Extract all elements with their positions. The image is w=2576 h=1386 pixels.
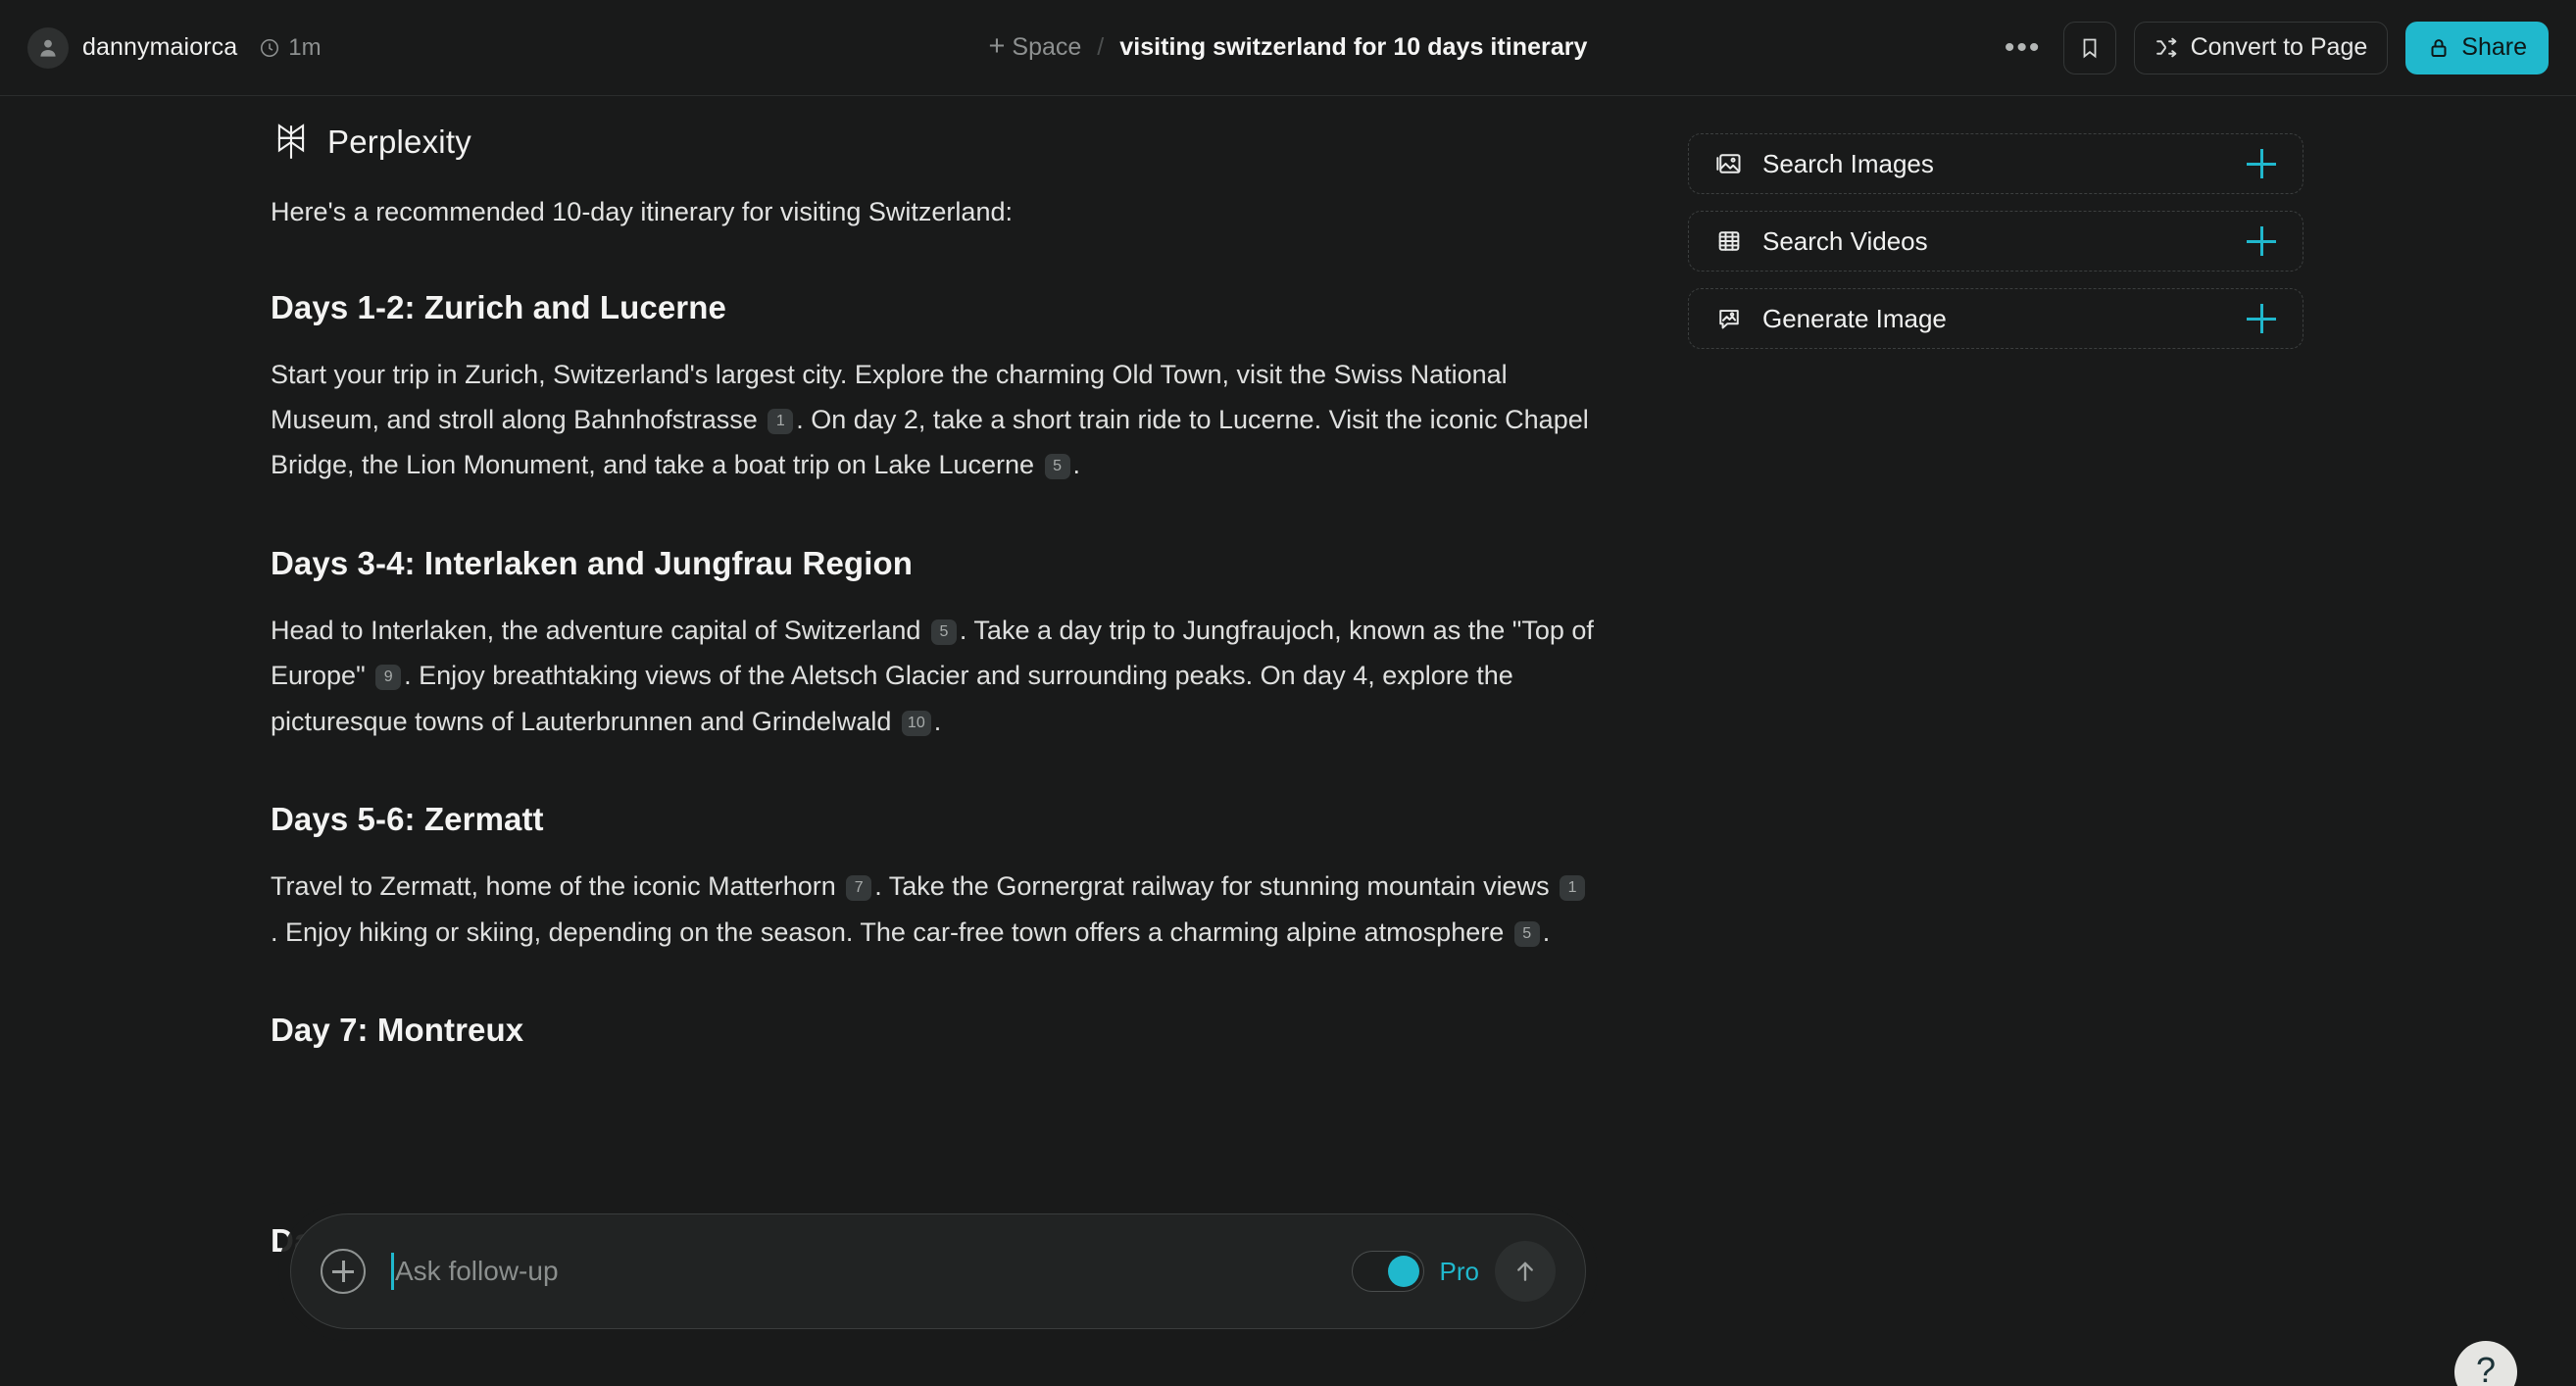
page-body: Perplexity Here's a recommended 10-day i…	[0, 96, 2576, 1386]
submit-button[interactable]	[1495, 1241, 1556, 1302]
attach-button[interactable]	[321, 1249, 366, 1294]
side-action-list: Search Images Search Videos Generate Ima…	[1688, 133, 2304, 349]
clock-icon	[261, 38, 279, 57]
timestamp-label: 1m	[288, 33, 322, 61]
action-card-label: Generate Image	[1762, 303, 1947, 333]
more-options-button[interactable]: •••	[2001, 25, 2046, 71]
share-button[interactable]: Share	[2405, 21, 2549, 74]
app-header: dannymaiorca 1m + Space / visiting switz…	[0, 0, 2576, 96]
plus-icon[interactable]	[2247, 226, 2276, 256]
citation-badge[interactable]: 1	[1560, 875, 1586, 902]
pro-label: Pro	[1439, 1256, 1479, 1286]
section-heading: Day 7: Montreux	[271, 1012, 524, 1048]
answer-intro: Here's a recommended 10-day itinerary fo…	[271, 197, 1013, 226]
followup-placeholder: Ask follow-up	[395, 1256, 559, 1286]
bookmark-icon	[2083, 38, 2097, 58]
image-icon	[1715, 149, 1745, 178]
toggle-knob	[1387, 1256, 1419, 1287]
arrow-up-icon	[1517, 1262, 1533, 1281]
film-icon	[1715, 226, 1745, 256]
header-actions: ••• Convert to Page Share	[2001, 21, 2549, 74]
section-heading: Days 1-2: Zurich and Lucerne	[271, 288, 726, 325]
citation-badge[interactable]: 5	[930, 619, 957, 645]
citation-badge[interactable]: 9	[375, 665, 402, 691]
breadcrumb: + Space / visiting switzerland for 10 da…	[988, 30, 1588, 62]
citation-badge[interactable]: 10	[901, 710, 931, 736]
ellipsis-icon: •••	[2004, 30, 2042, 64]
text-caret	[391, 1253, 394, 1290]
citation-badge[interactable]: 5	[1044, 454, 1070, 480]
page-title: visiting switzerland for 10 days itinera…	[1119, 33, 1588, 61]
answer-column: Perplexity Here's a recommended 10-day i…	[271, 96, 1613, 1260]
plus-icon[interactable]	[2247, 149, 2276, 178]
assistant-brand-label: Perplexity	[327, 124, 471, 160]
timestamp-block: 1m	[259, 33, 322, 62]
username-label: dannymaiorca	[82, 33, 238, 61]
generate-image-icon	[1715, 304, 1745, 333]
convert-to-page-button[interactable]: Convert to Page	[2133, 21, 2389, 74]
header-user-block: dannymaiorca 1m	[27, 26, 322, 69]
assistant-brand-row: Perplexity	[271, 96, 1613, 163]
section-paragraph: Head to Interlaken, the adventure capita…	[271, 615, 1594, 736]
plus-icon: +	[988, 30, 1006, 62]
action-card-search-videos[interactable]: Search Videos	[1688, 211, 2304, 272]
perplexity-logo-icon	[277, 124, 305, 159]
citation-badge[interactable]: 5	[1513, 920, 1540, 947]
convert-to-page-label: Convert to Page	[2190, 33, 2368, 61]
section-heading: Days 5-6: Zermatt	[271, 801, 544, 838]
user-avatar-icon	[40, 39, 56, 57]
followup-bar: Ask follow-up Pro	[290, 1213, 1586, 1329]
action-card-search-images[interactable]: Search Images	[1688, 133, 2304, 194]
breadcrumb-separator: /	[1097, 33, 1105, 61]
plus-icon[interactable]	[2247, 304, 2276, 333]
bookmark-button[interactable]	[2062, 21, 2116, 74]
citation-badge[interactable]: 1	[768, 408, 794, 434]
answer-sections: Days 1-2: Zurich and Lucerne Start your t…	[271, 289, 1613, 1260]
avatar[interactable]	[27, 26, 69, 69]
share-label: Share	[2461, 33, 2527, 61]
section-paragraph: Start your trip in Zurich, Switzerland's…	[271, 359, 1589, 480]
citation-badge[interactable]: 7	[846, 875, 872, 902]
space-label: Space	[1012, 33, 1082, 61]
followup-input[interactable]: Ask follow-up	[391, 1248, 1352, 1295]
shuffle-icon	[2155, 37, 2176, 58]
question-mark-icon: ?	[2475, 1350, 2497, 1386]
followup-controls: Pro	[1351, 1241, 1556, 1302]
lock-icon	[2431, 38, 2447, 57]
action-card-label: Search Images	[1762, 148, 1934, 178]
help-button[interactable]: ?	[2454, 1341, 2517, 1386]
pro-toggle[interactable]	[1351, 1251, 1424, 1292]
action-card-generate-image[interactable]: Generate Image	[1688, 288, 2304, 349]
section-paragraph: Travel to Zermatt, home of the iconic Ma…	[271, 864, 1594, 955]
add-to-space-button[interactable]: + Space	[988, 30, 1082, 62]
section-heading: Days 3-4: Interlaken and Jungfrau Region	[271, 544, 913, 581]
action-card-label: Search Videos	[1762, 225, 1928, 256]
